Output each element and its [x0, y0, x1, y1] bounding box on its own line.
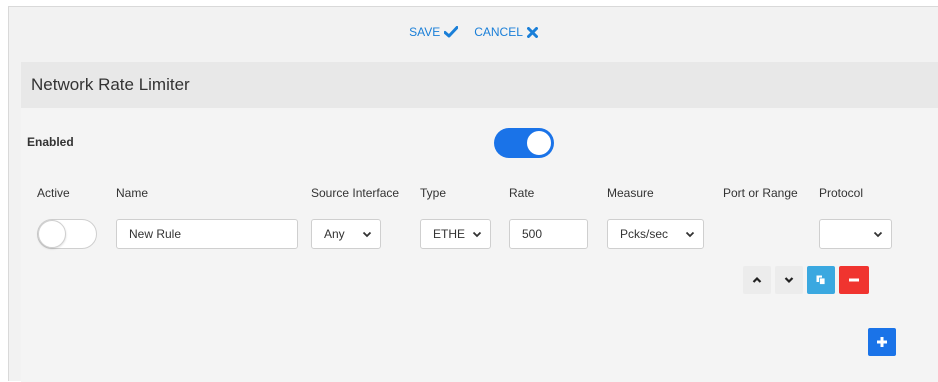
move-up-button[interactable]	[743, 266, 771, 294]
rate-value: 500	[522, 227, 543, 241]
source-interface-value: Any	[324, 227, 345, 241]
save-button[interactable]: SAVE	[409, 25, 459, 39]
column-name: Name	[116, 186, 149, 200]
type-select[interactable]: ETHE	[420, 219, 491, 249]
source-interface-select[interactable]: Any	[311, 219, 381, 249]
enabled-toggle[interactable]	[494, 128, 554, 158]
chevron-down-icon	[873, 231, 883, 238]
column-rate: Rate	[509, 186, 535, 200]
toggle-knob	[526, 130, 552, 156]
chevron-down-icon	[784, 277, 794, 284]
column-source-interface: Source Interface	[311, 186, 400, 200]
chevron-down-icon	[472, 231, 482, 238]
cancel-button[interactable]: CANCEL	[474, 25, 538, 39]
rule-name-value: New Rule	[129, 227, 182, 241]
column-port-or-range: Port or Range	[723, 186, 798, 200]
add-rule-button[interactable]	[868, 328, 896, 356]
chevron-up-icon	[752, 276, 762, 283]
cancel-label: CANCEL	[474, 25, 523, 39]
panel-title: Network Rate Limiter	[31, 75, 190, 94]
chevron-down-icon	[362, 231, 372, 238]
type-value: ETHE	[433, 227, 466, 241]
column-protocol: Protocol	[819, 186, 864, 200]
panel-header: Network Rate Limiter	[21, 62, 938, 108]
action-bar: SAVE CANCEL	[9, 7, 938, 57]
rate-input[interactable]: 500	[509, 219, 588, 249]
plus-icon	[877, 337, 887, 347]
rule-active-toggle[interactable]	[37, 219, 97, 249]
move-down-button[interactable]	[775, 266, 803, 294]
minus-icon	[849, 278, 859, 282]
enabled-label: Enabled	[27, 135, 74, 149]
column-type: Type	[420, 186, 447, 200]
chevron-down-icon	[685, 231, 695, 238]
check-icon	[444, 26, 459, 38]
protocol-select[interactable]	[819, 219, 892, 249]
column-active: Active	[37, 186, 70, 200]
copy-icon	[816, 275, 826, 285]
toggle-knob	[38, 220, 66, 248]
column-measure: Measure	[607, 186, 654, 200]
x-icon	[526, 26, 538, 38]
editor-frame: SAVE CANCEL Network Rate Limiter Enabled…	[8, 6, 938, 382]
save-label: SAVE	[409, 25, 441, 39]
rule-name-input[interactable]: New Rule	[116, 219, 298, 249]
rate-limiter-panel: Network Rate Limiter Enabled Active Name…	[21, 62, 938, 382]
remove-rule-button[interactable]	[839, 266, 869, 294]
copy-rule-button[interactable]	[807, 266, 835, 294]
measure-select[interactable]: Pcks/sec	[607, 219, 704, 249]
measure-value: Pcks/sec	[620, 227, 669, 241]
